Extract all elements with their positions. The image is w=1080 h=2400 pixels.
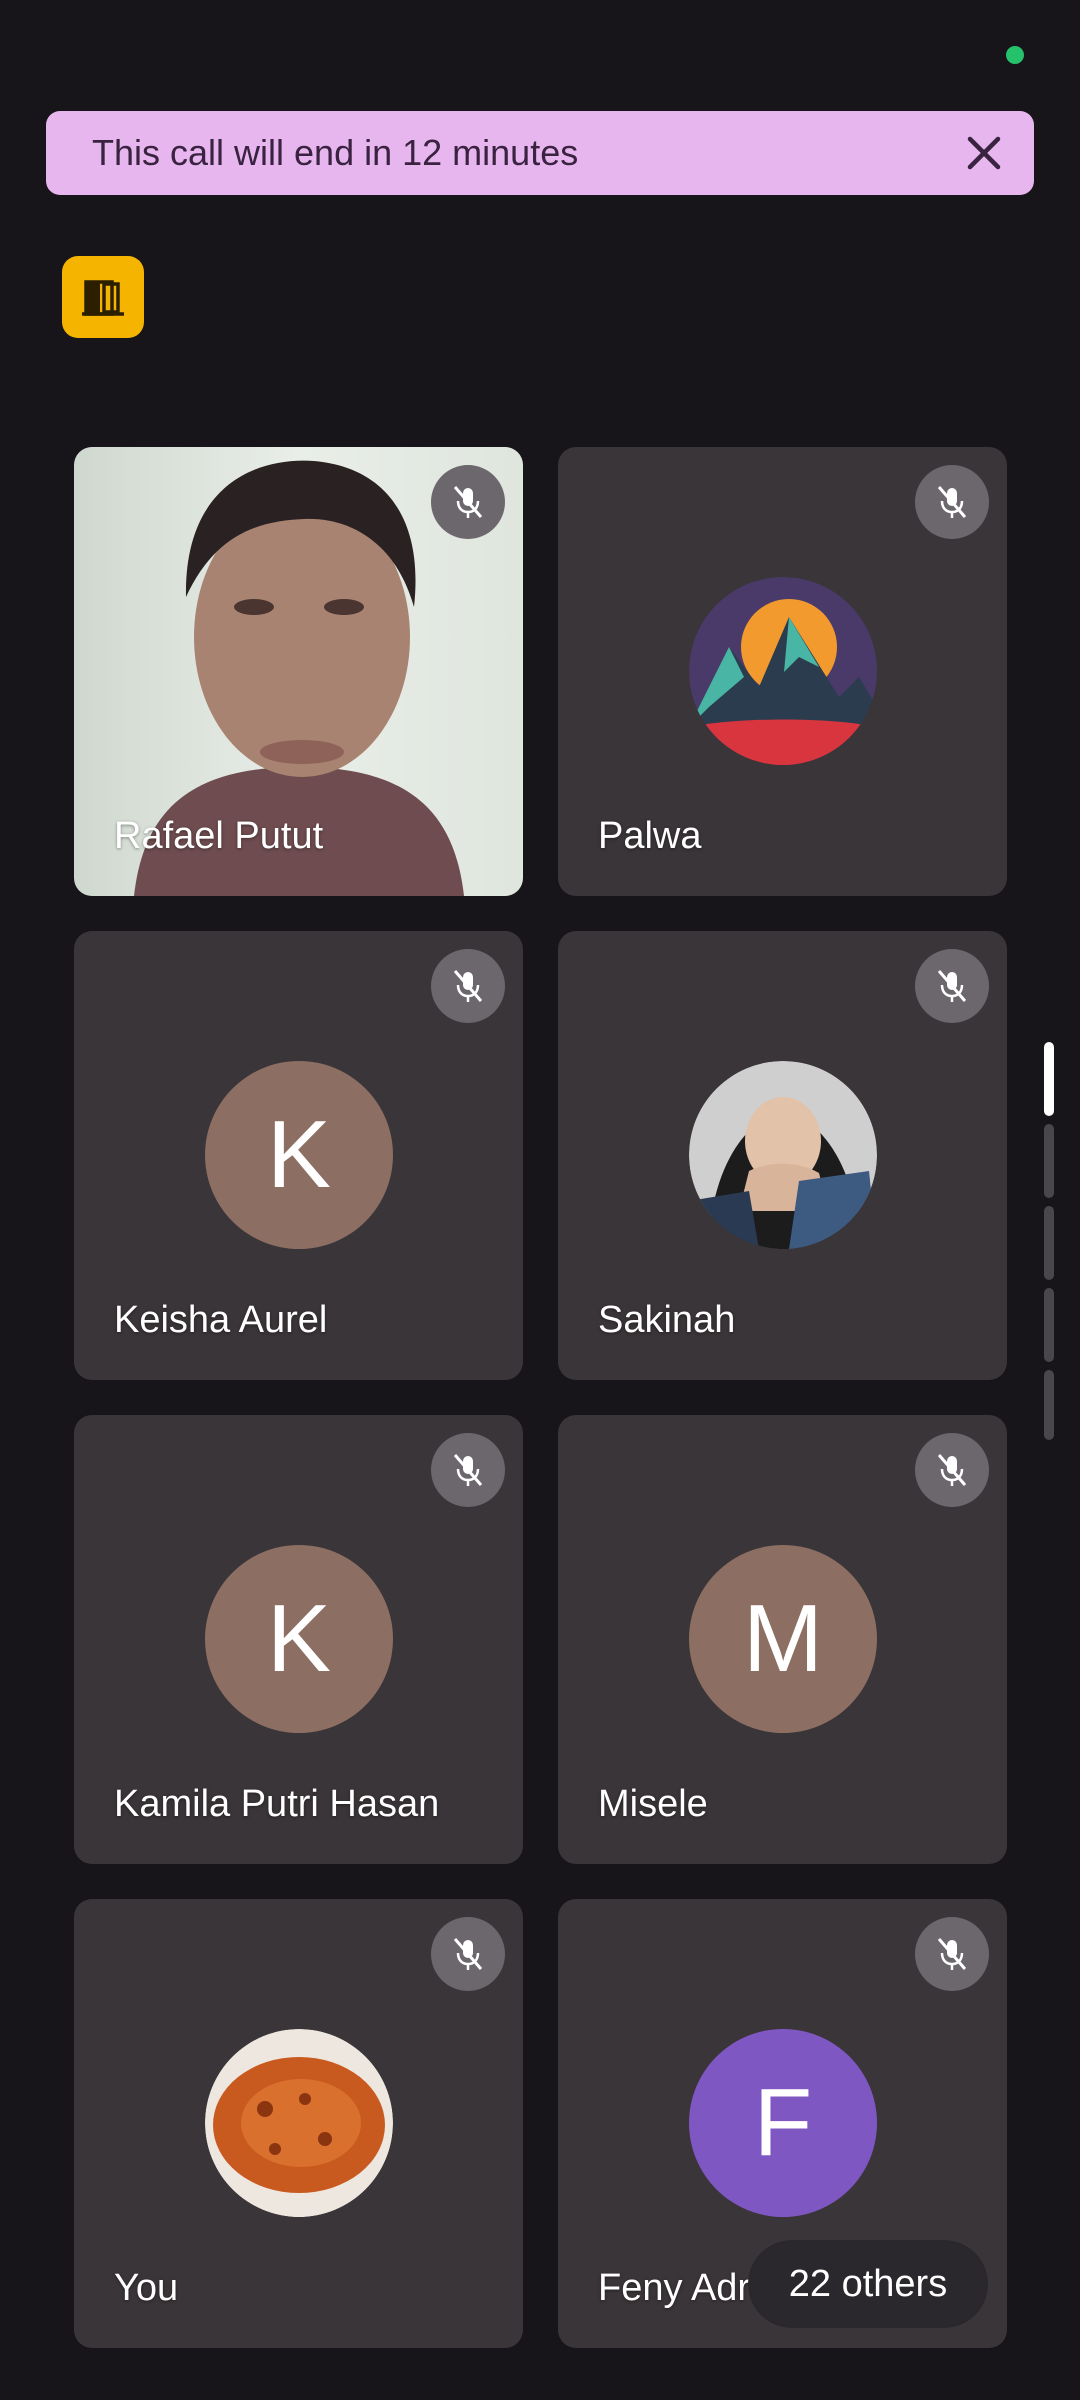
avatar-initial: F [689, 2029, 877, 2217]
participant-name: Kamila Putri Hasan [114, 1783, 440, 1825]
participant-tile-rafael-putut[interactable]: Rafael Putut [74, 447, 523, 896]
breakout-room-button[interactable] [62, 256, 144, 338]
mic-off-button[interactable] [915, 1433, 989, 1507]
mic-off-button[interactable] [915, 465, 989, 539]
participant-name: Rafael Putut [114, 815, 324, 857]
avatar-initial: M [689, 1545, 877, 1733]
page-indicator-dot [1044, 1288, 1054, 1362]
participant-name: Keisha Aurel [114, 1299, 328, 1341]
avatar-initial: K [205, 1061, 393, 1249]
participant-tile-sakinah[interactable]: Sakinah [558, 931, 1007, 1380]
avatar-photo [689, 1061, 877, 1249]
participant-name: Feny Adri [598, 2267, 759, 2309]
mic-off-icon [453, 970, 483, 1002]
call-ending-banner: This call will end in 12 minutes [46, 111, 1034, 195]
participant-name: Sakinah [598, 1299, 736, 1341]
banner-text: This call will end in 12 minutes [92, 132, 579, 173]
participant-tile-keisha-aurel[interactable]: K Keisha Aurel [74, 931, 523, 1380]
close-banner-button[interactable] [956, 125, 1012, 181]
participant-tile-you[interactable]: You [74, 1899, 523, 2348]
page-indicator-active [1044, 1042, 1054, 1116]
avatar-initial: K [205, 1545, 393, 1733]
participant-tile-palwa[interactable]: Palwa [558, 447, 1007, 896]
mic-off-icon [453, 1454, 483, 1486]
mic-off-icon [937, 1454, 967, 1486]
mic-off-icon [453, 1938, 483, 1970]
participant-tile-misele[interactable]: M Misele [558, 1415, 1007, 1864]
mic-off-icon [453, 486, 483, 518]
page-indicator-dot [1044, 1370, 1054, 1440]
mic-off-icon [937, 1938, 967, 1970]
door-icon [82, 280, 124, 316]
mic-off-button[interactable] [431, 949, 505, 1023]
mic-off-button[interactable] [431, 1433, 505, 1507]
mic-off-button[interactable] [431, 1917, 505, 1991]
avatar-food-photo [205, 2029, 393, 2217]
mic-off-icon [937, 970, 967, 1002]
participant-name: Misele [598, 1783, 708, 1825]
page-indicator-dot [1044, 1206, 1054, 1280]
avatar-mountain-image [689, 577, 877, 765]
page-indicator-dot [1044, 1124, 1054, 1198]
mic-off-button[interactable] [915, 949, 989, 1023]
participant-tile-kamila-putri-hasan[interactable]: K Kamila Putri Hasan [74, 1415, 523, 1864]
participant-name: Palwa [598, 815, 702, 857]
participant-name: You [114, 2267, 179, 2309]
mic-off-button[interactable] [431, 465, 505, 539]
close-icon [967, 136, 1001, 170]
mic-off-button[interactable] [915, 1917, 989, 1991]
others-label: 22 others [788, 2262, 948, 2305]
others-count-button[interactable]: 22 others [748, 2240, 988, 2328]
connection-status-dot [1006, 46, 1024, 64]
mic-off-icon [937, 486, 967, 518]
